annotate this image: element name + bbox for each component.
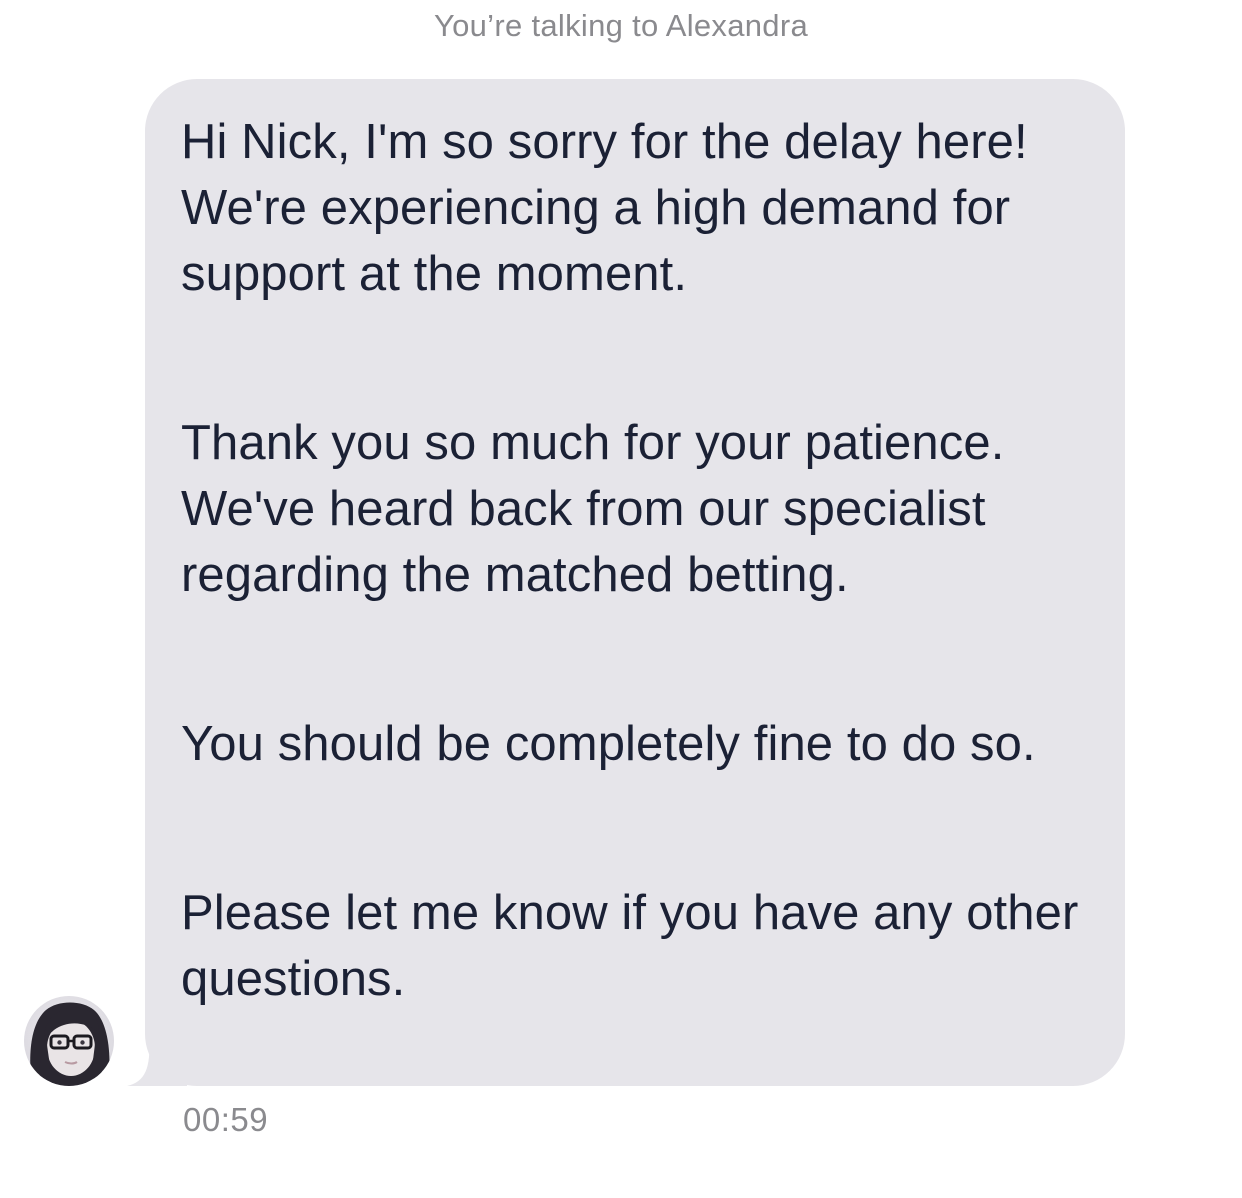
chat-view: You’re talking to Alexandra Hi Nick, I'm… (0, 0, 1242, 1198)
agent-avatar[interactable] (24, 996, 114, 1086)
message-paragraph: Please let me know if you have any other… (181, 886, 1079, 1006)
message-paragraph: Hi Nick, I'm so sorry for the delay here… (181, 115, 1028, 301)
message-timestamp: 00:59 (183, 1101, 269, 1138)
agent-message-bubble: Hi Nick, I'm so sorry for the delay here… (145, 79, 1125, 1086)
message-paragraph: You should be completely fine to do so. (181, 717, 1036, 771)
conversation-header: You’re talking to Alexandra (433, 8, 809, 43)
message-paragraph: Thank you so much for your patience. We'… (181, 416, 1005, 602)
avatar-photo-icon (24, 996, 114, 1086)
